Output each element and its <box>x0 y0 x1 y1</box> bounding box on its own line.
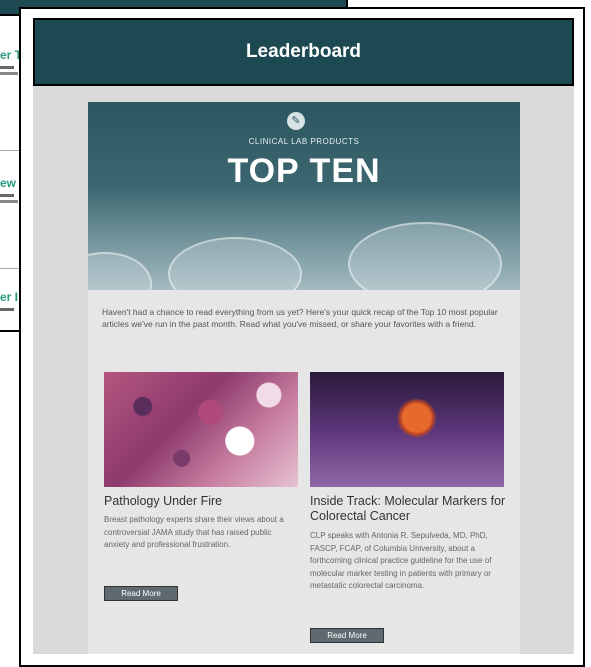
cancer-cell-image[interactable] <box>310 372 504 487</box>
petri-dish-image <box>168 237 302 290</box>
article-title[interactable]: Inside Track: Molecular Markers for Colo… <box>310 494 510 524</box>
petri-dish-image <box>88 252 152 290</box>
pathology-image[interactable] <box>104 372 298 487</box>
background-item-snippet <box>0 66 14 69</box>
background-item-snippet <box>0 194 14 197</box>
hero-banner: ✎ CLINICAL LAB PRODUCTS TOP TEN <box>88 102 520 290</box>
read-more-button[interactable]: Read More <box>104 586 178 601</box>
leaderboard-header: Leaderboard <box>33 18 574 86</box>
read-more-button[interactable]: Read More <box>310 628 384 643</box>
brand-name: CLINICAL LAB PRODUCTS <box>248 137 360 146</box>
petri-dish-image <box>348 222 502 290</box>
background-item-snippet <box>0 200 18 203</box>
page-title: Leaderboard <box>245 41 362 62</box>
newsletter-email: ✎ CLINICAL LAB PRODUCTS TOP TEN Haven't … <box>88 102 520 654</box>
intro-text: Haven't had a chance to read everything … <box>102 307 498 329</box>
background-item-snippet <box>0 308 14 311</box>
background-item-snippet <box>0 72 18 75</box>
clp-logo-icon: ✎ <box>287 112 305 130</box>
article-title[interactable]: Pathology Under Fire <box>104 494 298 509</box>
article-summary: Breast pathology experts share their vie… <box>104 515 284 549</box>
article-summary: CLP speaks with Antonia R. Sepulveda, MD… <box>310 531 492 590</box>
headline: TOP TEN <box>227 152 381 190</box>
